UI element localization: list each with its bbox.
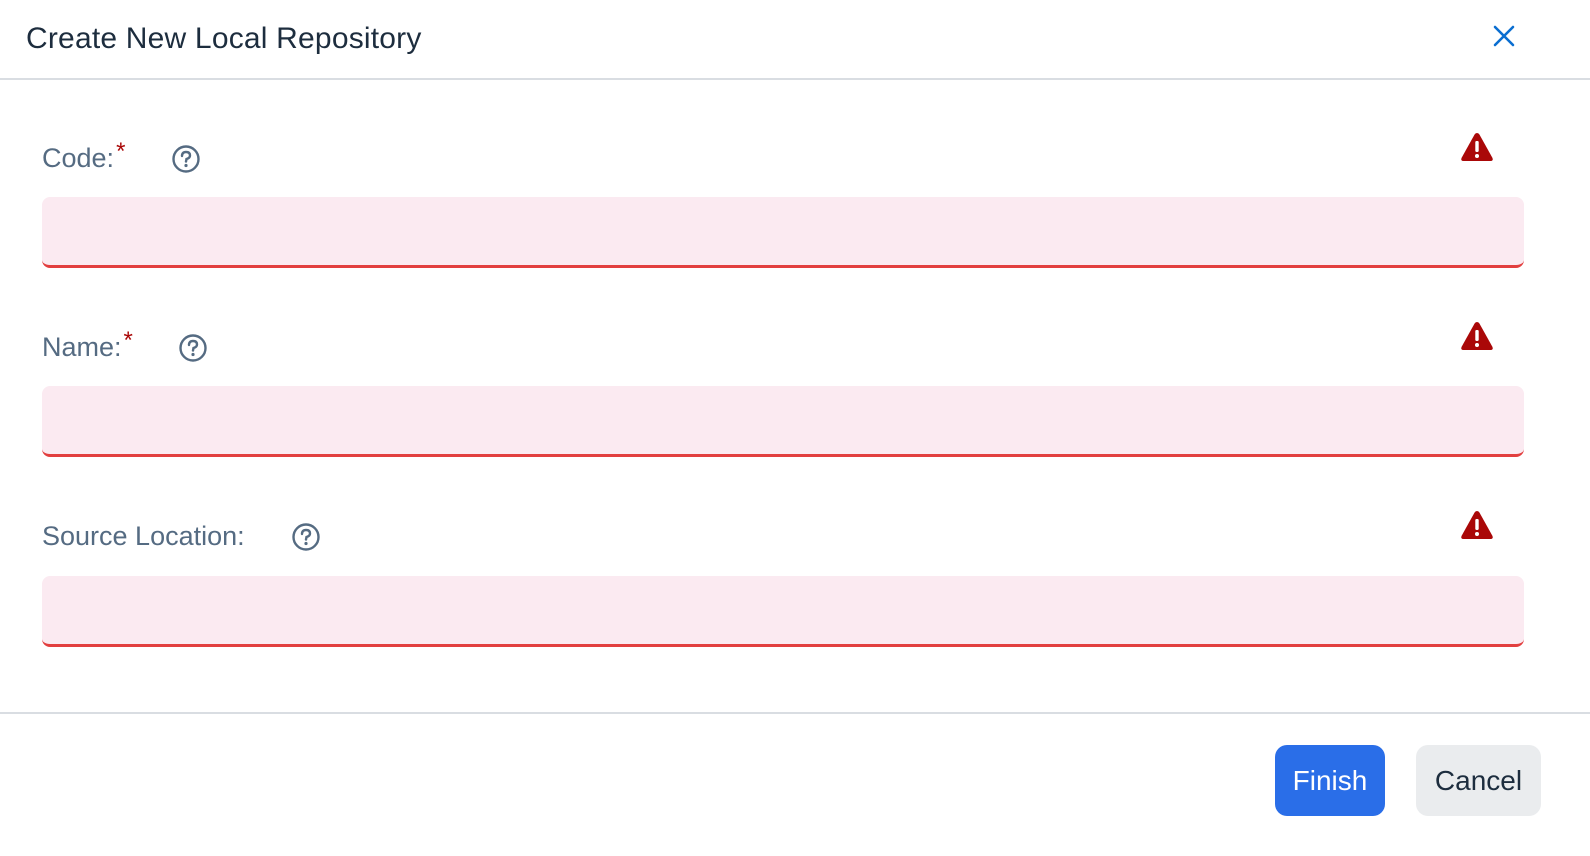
name-label: Name:* bbox=[42, 327, 133, 363]
dialog-header: Create New Local Repository bbox=[0, 0, 1590, 80]
code-label-text: Code: bbox=[42, 143, 115, 173]
create-repository-dialog: Create New Local Repository Code:* Name:… bbox=[0, 0, 1590, 856]
close-button[interactable] bbox=[1484, 16, 1524, 56]
dialog-footer: Finish Cancel bbox=[0, 712, 1590, 856]
source-location-label: Source Location: bbox=[42, 521, 247, 552]
source-location-input[interactable] bbox=[42, 576, 1524, 647]
question-circle-icon[interactable] bbox=[291, 522, 321, 552]
code-label: Code:* bbox=[42, 138, 125, 174]
warning-triangle-icon bbox=[1461, 322, 1493, 350]
name-label-text: Name: bbox=[42, 332, 122, 362]
source-location-label-text: Source Location: bbox=[42, 521, 245, 551]
close-icon bbox=[1493, 25, 1515, 47]
dialog-title: Create New Local Repository bbox=[26, 22, 422, 55]
warning-triangle-icon bbox=[1461, 511, 1493, 539]
finish-button[interactable]: Finish bbox=[1275, 745, 1385, 816]
question-circle-icon[interactable] bbox=[171, 144, 201, 174]
required-marker: * bbox=[123, 327, 133, 354]
question-circle-icon[interactable] bbox=[178, 333, 208, 363]
cancel-button[interactable]: Cancel bbox=[1416, 745, 1541, 816]
required-marker: * bbox=[116, 138, 126, 165]
code-input[interactable] bbox=[42, 197, 1524, 268]
warning-triangle-icon bbox=[1461, 133, 1493, 161]
name-input[interactable] bbox=[42, 386, 1524, 457]
